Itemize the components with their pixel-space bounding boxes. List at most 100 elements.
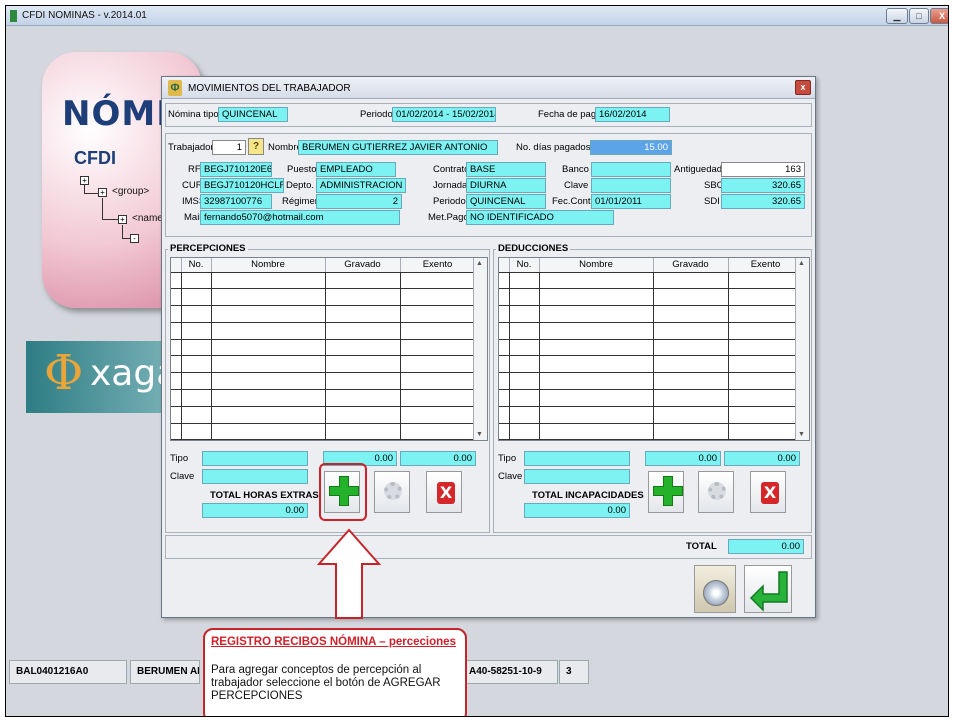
table-cell[interactable] bbox=[653, 305, 729, 323]
table-cell[interactable] bbox=[171, 339, 182, 357]
scroll-down-icon[interactable]: ▼ bbox=[476, 431, 483, 438]
rfc-field[interactable]: BEGJ710120E67 bbox=[200, 162, 272, 177]
table-cell[interactable] bbox=[211, 406, 326, 424]
table-row[interactable] bbox=[171, 339, 487, 357]
table-row[interactable] bbox=[499, 322, 809, 340]
table-cell[interactable] bbox=[181, 355, 212, 374]
table-cell[interactable] bbox=[171, 423, 182, 440]
table-cell[interactable] bbox=[325, 355, 401, 374]
table-cell[interactable] bbox=[400, 355, 476, 374]
deducciones-clave-field[interactable] bbox=[524, 469, 630, 484]
table-cell[interactable] bbox=[499, 389, 510, 407]
edit-deduccion-button[interactable] bbox=[698, 471, 734, 513]
save-enter-button[interactable] bbox=[744, 565, 792, 613]
column-header-nombre[interactable]: Nombre bbox=[539, 258, 654, 273]
table-cell[interactable] bbox=[171, 406, 182, 424]
table-cell[interactable] bbox=[400, 339, 476, 357]
table-cell[interactable] bbox=[325, 288, 401, 307]
table-cell[interactable] bbox=[539, 288, 654, 307]
regimen-field[interactable]: 2 bbox=[316, 194, 402, 209]
table-row[interactable] bbox=[499, 272, 809, 290]
table-cell[interactable] bbox=[181, 423, 212, 440]
table-cell[interactable] bbox=[499, 288, 510, 307]
table-row[interactable] bbox=[171, 288, 487, 307]
imss-field[interactable]: 32987100776 bbox=[200, 194, 272, 209]
table-cell[interactable] bbox=[211, 288, 326, 307]
maximize-button[interactable]: □ bbox=[909, 8, 929, 24]
table-cell[interactable] bbox=[728, 355, 804, 374]
column-header-exento[interactable]: Exento bbox=[728, 258, 804, 273]
table-row[interactable] bbox=[171, 372, 487, 391]
table-cell[interactable] bbox=[211, 322, 326, 340]
contrato-field[interactable]: BASE bbox=[466, 162, 546, 177]
cd-folder-button[interactable] bbox=[694, 565, 736, 613]
dialog-close-button[interactable]: x bbox=[795, 80, 811, 95]
table-row[interactable] bbox=[171, 272, 487, 290]
table-cell[interactable] bbox=[539, 305, 654, 323]
jornada-field[interactable]: DIURNA bbox=[466, 178, 546, 193]
table-cell[interactable] bbox=[400, 389, 476, 407]
percepciones-scrollbar[interactable]: ▲ ▼ bbox=[473, 258, 487, 440]
table-cell[interactable] bbox=[539, 389, 654, 407]
table-cell[interactable] bbox=[325, 305, 401, 323]
edit-percepcion-button[interactable] bbox=[374, 471, 410, 513]
table-row[interactable] bbox=[499, 406, 809, 424]
table-cell[interactable] bbox=[509, 305, 540, 323]
table-row[interactable] bbox=[499, 288, 809, 307]
delete-percepcion-button[interactable]: X bbox=[426, 471, 462, 513]
table-cell[interactable] bbox=[728, 272, 804, 290]
table-cell[interactable] bbox=[171, 389, 182, 407]
table-row[interactable] bbox=[171, 322, 487, 340]
sbc-field[interactable]: 320.65 bbox=[721, 178, 805, 193]
metpago-field[interactable]: NO IDENTIFICADO bbox=[466, 210, 614, 225]
table-cell[interactable] bbox=[539, 406, 654, 424]
table-cell[interactable] bbox=[728, 322, 804, 340]
minimize-button[interactable]: ▁ bbox=[886, 8, 908, 24]
table-cell[interactable] bbox=[171, 355, 182, 374]
delete-deduccion-button[interactable]: X bbox=[750, 471, 786, 513]
table-cell[interactable] bbox=[400, 406, 476, 424]
clave-field[interactable] bbox=[591, 178, 671, 193]
table-row[interactable] bbox=[499, 372, 809, 391]
table-cell[interactable] bbox=[499, 406, 510, 424]
sdi-field[interactable]: 320.65 bbox=[721, 194, 805, 209]
table-cell[interactable] bbox=[325, 406, 401, 424]
table-cell[interactable] bbox=[211, 339, 326, 357]
table-cell[interactable] bbox=[325, 389, 401, 407]
table-cell[interactable] bbox=[181, 389, 212, 407]
table-cell[interactable] bbox=[171, 288, 182, 307]
table-cell[interactable] bbox=[728, 339, 804, 357]
table-cell[interactable] bbox=[653, 339, 729, 357]
feccont-field[interactable]: 01/01/2011 bbox=[591, 194, 671, 209]
deducciones-grid[interactable]: No. Nombre Gravado Exento ▲ ▼ bbox=[498, 257, 810, 441]
table-cell[interactable] bbox=[539, 355, 654, 374]
table-row[interactable] bbox=[171, 423, 487, 440]
percepciones-grid[interactable]: No. Nombre Gravado Exento ▲ ▼ bbox=[170, 257, 488, 441]
table-row[interactable] bbox=[171, 389, 487, 407]
table-cell[interactable] bbox=[211, 355, 326, 374]
table-cell[interactable] bbox=[509, 355, 540, 374]
table-cell[interactable] bbox=[325, 322, 401, 340]
table-cell[interactable] bbox=[211, 305, 326, 323]
table-cell[interactable] bbox=[728, 389, 804, 407]
table-cell[interactable] bbox=[653, 272, 729, 290]
column-header-no[interactable]: No. bbox=[509, 258, 540, 273]
column-header-exento[interactable]: Exento bbox=[400, 258, 476, 273]
table-cell[interactable] bbox=[509, 372, 540, 391]
antiguedad-field[interactable]: 163 bbox=[721, 162, 805, 177]
table-row[interactable] bbox=[499, 339, 809, 357]
table-cell[interactable] bbox=[211, 423, 326, 440]
table-cell[interactable] bbox=[400, 423, 476, 440]
table-cell[interactable] bbox=[728, 288, 804, 307]
table-cell[interactable] bbox=[171, 322, 182, 340]
table-cell[interactable] bbox=[509, 272, 540, 290]
table-cell[interactable] bbox=[181, 288, 212, 307]
table-cell[interactable] bbox=[325, 372, 401, 391]
table-cell[interactable] bbox=[181, 272, 212, 290]
column-header-gravado[interactable]: Gravado bbox=[653, 258, 729, 273]
table-cell[interactable] bbox=[499, 339, 510, 357]
table-cell[interactable] bbox=[509, 423, 540, 440]
table-cell[interactable] bbox=[400, 322, 476, 340]
table-cell[interactable] bbox=[653, 322, 729, 340]
depto-field[interactable]: ADMINISTRACION bbox=[316, 178, 406, 193]
